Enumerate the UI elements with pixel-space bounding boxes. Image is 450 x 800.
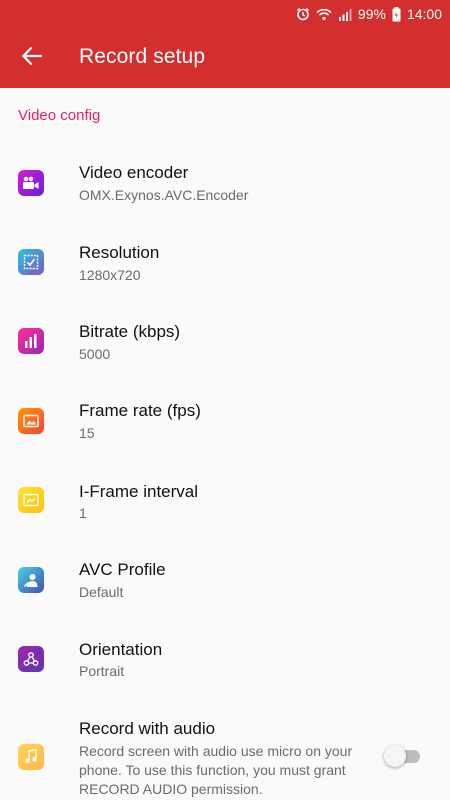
setting-label: Frame rate (fps): [79, 401, 201, 420]
music-note-icon: [18, 744, 44, 770]
setting-value: Default: [79, 584, 124, 600]
setting-resolution[interactable]: Resolution 1280x720: [0, 225, 450, 297]
setting-label: Orientation: [79, 640, 163, 659]
setting-iframe-interval[interactable]: I-Frame interval 1: [0, 464, 450, 536]
app-bar: Record setup: [0, 28, 450, 88]
wifi-icon: [316, 8, 332, 21]
signal-icon: [338, 8, 352, 21]
setting-label: Bitrate (kbps): [79, 322, 181, 341]
page-title: Record setup: [79, 45, 206, 68]
setting-value: 1: [79, 505, 87, 521]
setting-avc-profile[interactable]: AVC Profile Default: [0, 543, 450, 615]
battery-icon: [392, 6, 401, 22]
setting-value: 15: [79, 425, 95, 441]
setting-value: 5000: [79, 346, 111, 362]
back-button[interactable]: [14, 40, 50, 76]
orientation-icon: [18, 646, 44, 672]
frame-interval-icon: [18, 487, 44, 513]
setting-label: AVC Profile: [79, 560, 166, 579]
setting-label: Record with audio: [79, 719, 216, 738]
arrow-left-icon: [22, 46, 43, 70]
setting-label: I-Frame interval: [79, 482, 199, 501]
setting-video-encoder[interactable]: Video encoder OMX.Exynos.AVC.Encoder: [0, 146, 450, 218]
setting-value: 1280x720: [79, 267, 141, 283]
setting-value: Portrait: [79, 663, 125, 679]
setting-frame-rate[interactable]: Frame rate (fps) 15: [0, 384, 450, 456]
setting-label: Resolution: [79, 243, 160, 262]
status-bar: 99% 14:00: [0, 0, 450, 28]
clock: 14:00: [406, 6, 442, 22]
video-camera-icon: [18, 170, 44, 196]
setting-value: OMX.Exynos.AVC.Encoder: [79, 187, 249, 203]
section-header: Video config: [18, 107, 101, 124]
toggle-thumb: [384, 745, 406, 767]
profile-icon: [18, 567, 44, 593]
audio-toggle[interactable]: [384, 745, 420, 767]
setting-bitrate[interactable]: Bitrate (kbps) 5000: [0, 305, 450, 377]
audio-description: Record screen with audio use micro on yo…: [79, 743, 353, 797]
bitrate-bars-icon: [18, 328, 44, 354]
setting-label: Video encoder: [79, 163, 189, 182]
resolution-icon: [18, 249, 44, 275]
frame-rate-icon: [18, 408, 44, 434]
alarm-icon: [296, 7, 310, 21]
battery-text: 99%: [357, 6, 386, 22]
setting-orientation[interactable]: Orientation Portrait: [0, 622, 450, 694]
